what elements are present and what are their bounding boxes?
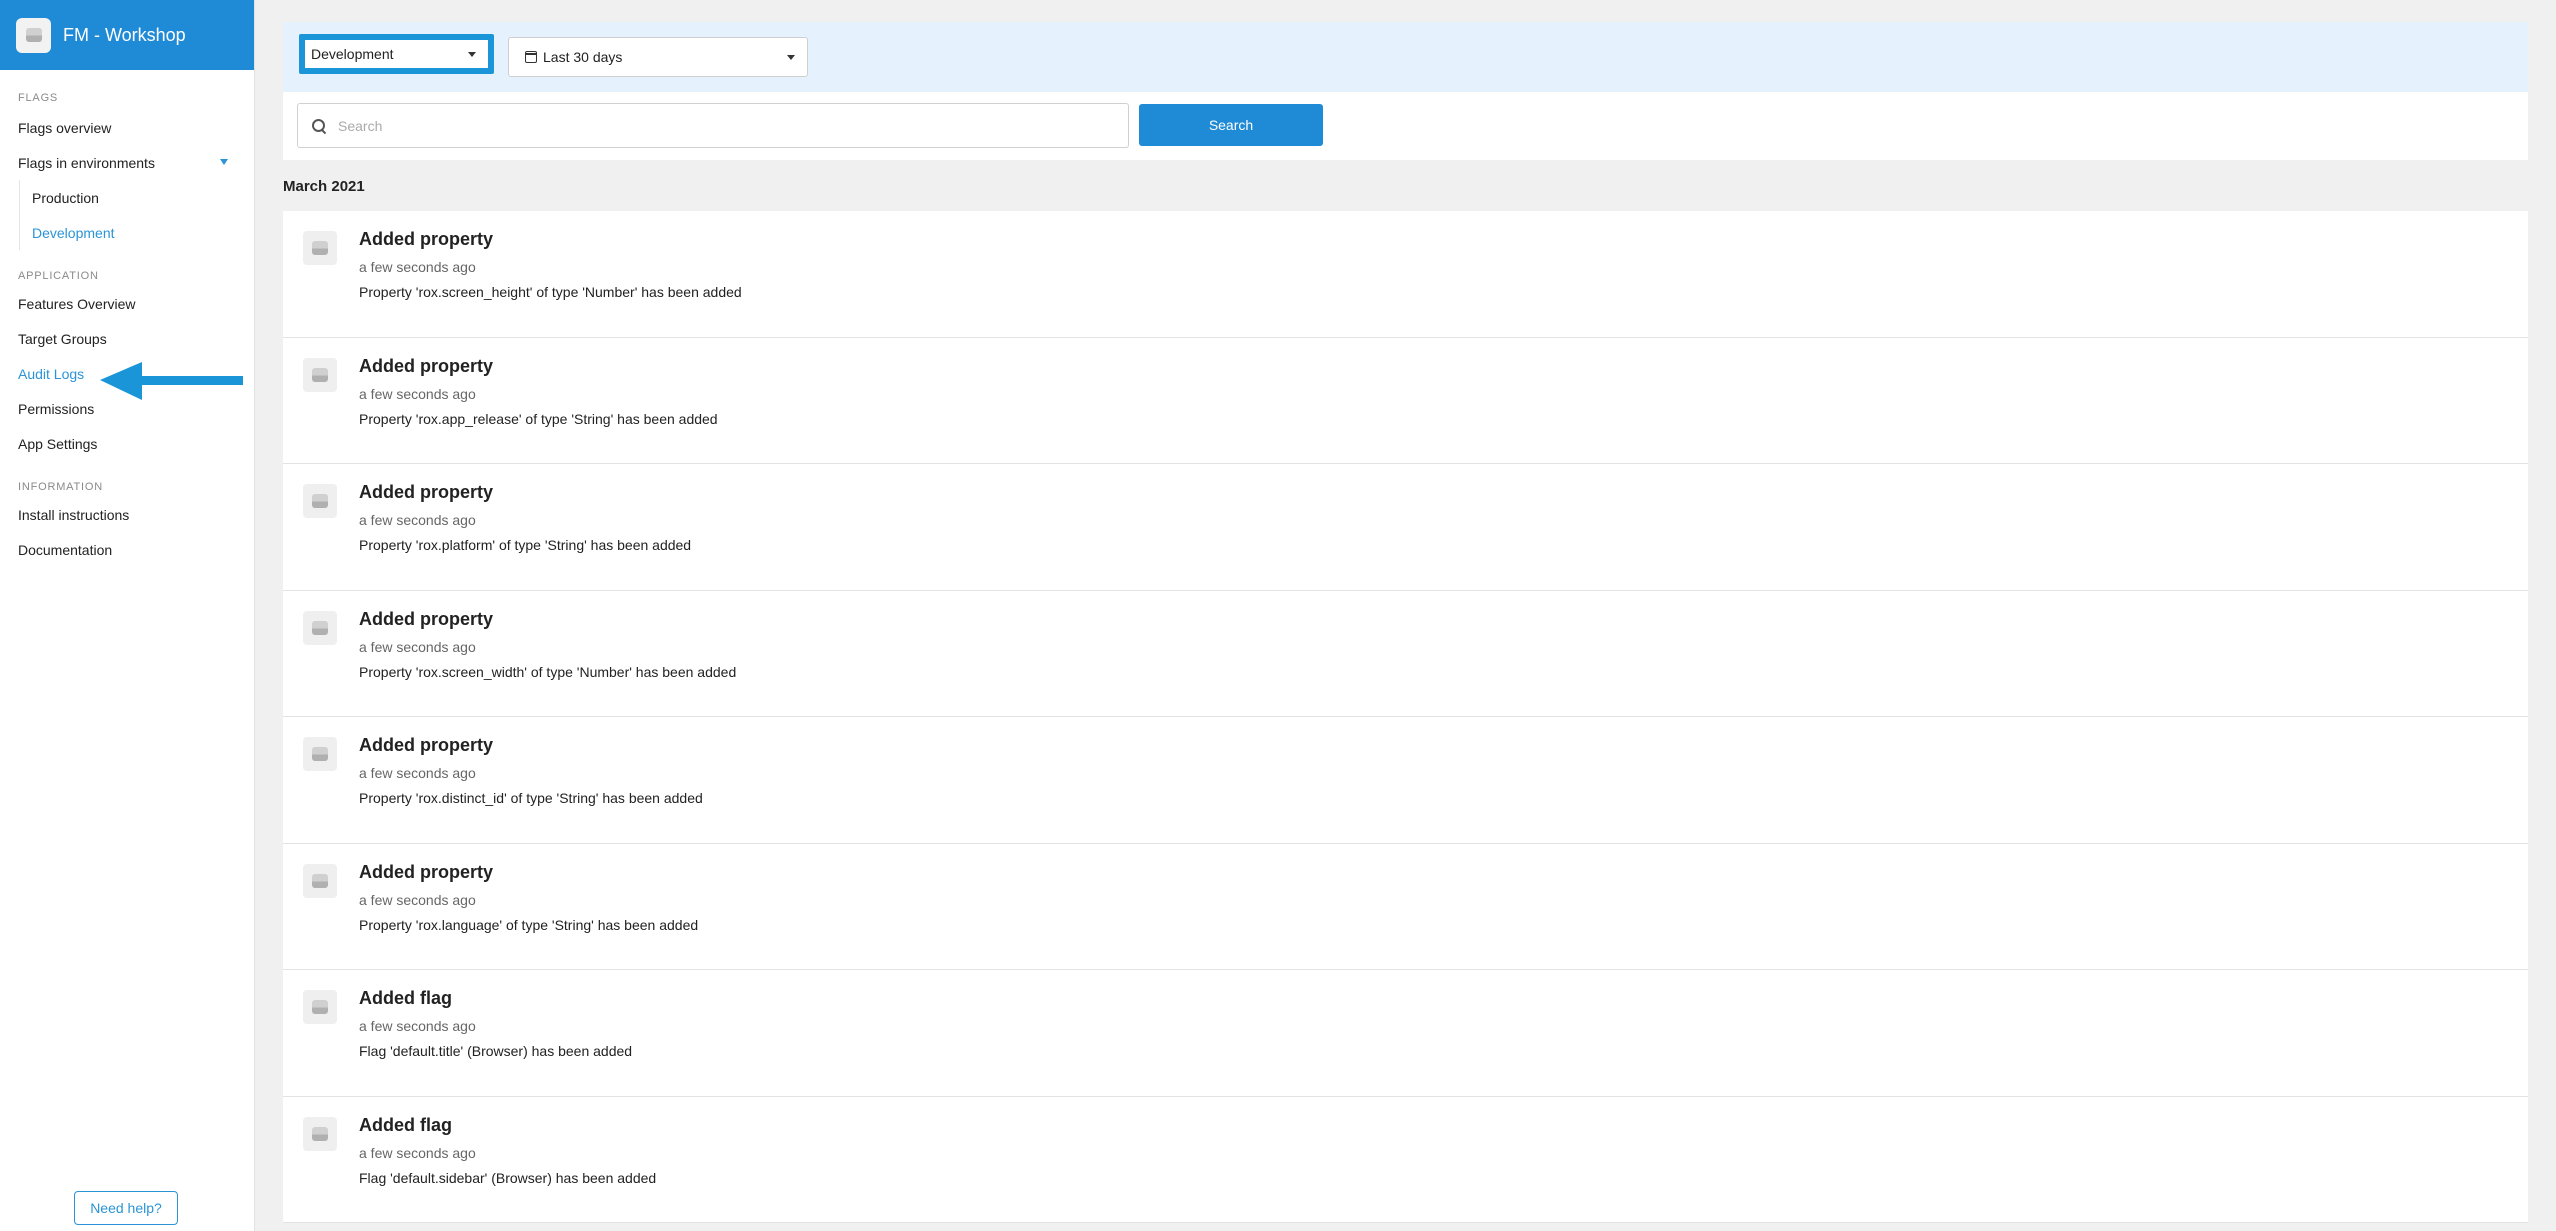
log-timestamp: a few seconds ago bbox=[359, 891, 476, 908]
log-description: Flag 'default.sidebar' (Browser) has bee… bbox=[359, 1169, 657, 1186]
dropdown-caret-icon bbox=[468, 52, 476, 57]
log-timestamp: a few seconds ago bbox=[359, 385, 476, 402]
list-item[interactable]: Added property a few seconds ago Propert… bbox=[283, 337, 2528, 464]
log-description: Property 'rox.language' of type 'String'… bbox=[359, 916, 699, 933]
filter-bar: Development Last 30 days bbox=[283, 22, 2528, 92]
log-title: Added flag bbox=[359, 988, 452, 1008]
log-title: Added property bbox=[359, 482, 494, 502]
database-icon bbox=[303, 863, 337, 898]
database-icon bbox=[303, 231, 337, 265]
database-icon bbox=[303, 990, 337, 1024]
log-description: Flag 'default.title' (Browser) has been … bbox=[359, 1043, 633, 1059]
database-icon bbox=[303, 610, 337, 645]
database-icon bbox=[303, 357, 337, 392]
month-heading: March 2021 bbox=[283, 178, 365, 195]
search-bar: Search bbox=[283, 92, 2528, 160]
date-range-value: Last 30 days bbox=[543, 49, 623, 65]
list-item[interactable]: Added property a few seconds ago Propert… bbox=[283, 464, 2528, 591]
list-item[interactable]: Added property a few seconds ago Propert… bbox=[283, 590, 2528, 717]
section-information-heading: INFORMATION bbox=[18, 481, 103, 493]
sidebar-item-install-instructions[interactable]: Install instructions bbox=[0, 497, 254, 532]
need-help-button[interactable]: Need help? bbox=[74, 1191, 178, 1225]
search-icon bbox=[312, 118, 326, 133]
app-logo-icon bbox=[16, 17, 51, 53]
sidebar-item-flags-in-environments[interactable]: Flags in environments bbox=[0, 145, 254, 180]
log-timestamp: a few seconds ago bbox=[359, 512, 476, 528]
sidebar-item-features-overview[interactable]: Features Overview bbox=[0, 286, 254, 321]
log-description: Property 'rox.platform' of type 'String'… bbox=[359, 537, 692, 553]
database-icon bbox=[303, 1116, 337, 1151]
log-description: Property 'rox.distinct_id' of type 'Stri… bbox=[359, 790, 703, 806]
log-timestamp: a few seconds ago bbox=[359, 1144, 476, 1161]
section-flags-heading: FLAGS bbox=[18, 92, 59, 104]
sidebar-item-label: Flags in environments bbox=[18, 154, 155, 171]
log-description: Property 'rox.screen_width' of type 'Num… bbox=[359, 663, 737, 680]
environment-select[interactable]: Development bbox=[299, 34, 494, 74]
log-timestamp: a few seconds ago bbox=[359, 1018, 476, 1034]
log-title: Added property bbox=[359, 861, 494, 882]
arrow-annotation-icon bbox=[100, 362, 243, 400]
log-title: Added property bbox=[359, 229, 494, 249]
search-input[interactable] bbox=[338, 117, 1098, 134]
search-button[interactable]: Search bbox=[1139, 104, 1323, 146]
environments-submenu: Production Development bbox=[19, 180, 254, 250]
log-timestamp: a few seconds ago bbox=[359, 638, 476, 655]
dropdown-caret-icon bbox=[787, 55, 795, 60]
log-title: Added flag bbox=[359, 1114, 452, 1135]
list-item[interactable]: Added property a few seconds ago Propert… bbox=[283, 843, 2528, 970]
sidebar-item-documentation[interactable]: Documentation bbox=[0, 532, 254, 567]
log-title: Added property bbox=[359, 355, 494, 376]
log-title: Added property bbox=[359, 735, 494, 755]
chevron-down-icon[interactable] bbox=[220, 159, 228, 165]
app-title: FM - Workshop bbox=[63, 24, 186, 45]
list-item[interactable]: Added flag a few seconds ago Flag 'defau… bbox=[283, 1096, 2528, 1223]
database-icon bbox=[303, 484, 337, 518]
app-header[interactable]: FM - Workshop bbox=[0, 0, 254, 70]
list-item[interactable]: Added property a few seconds ago Propert… bbox=[283, 717, 2528, 844]
database-icon bbox=[303, 737, 337, 771]
sidebar-item-app-settings[interactable]: App Settings bbox=[0, 426, 254, 461]
audit-log-list: Added property a few seconds ago Propert… bbox=[283, 211, 2528, 1223]
sidebar-item-target-groups[interactable]: Target Groups bbox=[0, 321, 254, 356]
log-title: Added property bbox=[359, 608, 494, 629]
environment-select-value: Development bbox=[311, 46, 394, 62]
calendar-icon bbox=[525, 51, 537, 63]
section-application-heading: APPLICATION bbox=[18, 270, 99, 282]
list-item[interactable]: Added property a few seconds ago Propert… bbox=[283, 211, 2528, 338]
log-description: Property 'rox.screen_height' of type 'Nu… bbox=[359, 284, 742, 300]
log-description: Property 'rox.app_release' of type 'Stri… bbox=[359, 410, 718, 427]
sidebar-item-production[interactable]: Production bbox=[20, 180, 254, 215]
date-range-select[interactable]: Last 30 days bbox=[508, 37, 808, 77]
sidebar-item-development[interactable]: Development bbox=[20, 215, 254, 250]
log-timestamp: a few seconds ago bbox=[359, 765, 476, 781]
search-field[interactable] bbox=[297, 103, 1129, 148]
log-timestamp: a few seconds ago bbox=[359, 259, 476, 275]
list-item[interactable]: Added flag a few seconds ago Flag 'defau… bbox=[283, 970, 2528, 1097]
sidebar: FM - Workshop FLAGS Flags overview Flags… bbox=[0, 0, 255, 1231]
sidebar-item-flags-overview[interactable]: Flags overview bbox=[0, 110, 254, 145]
